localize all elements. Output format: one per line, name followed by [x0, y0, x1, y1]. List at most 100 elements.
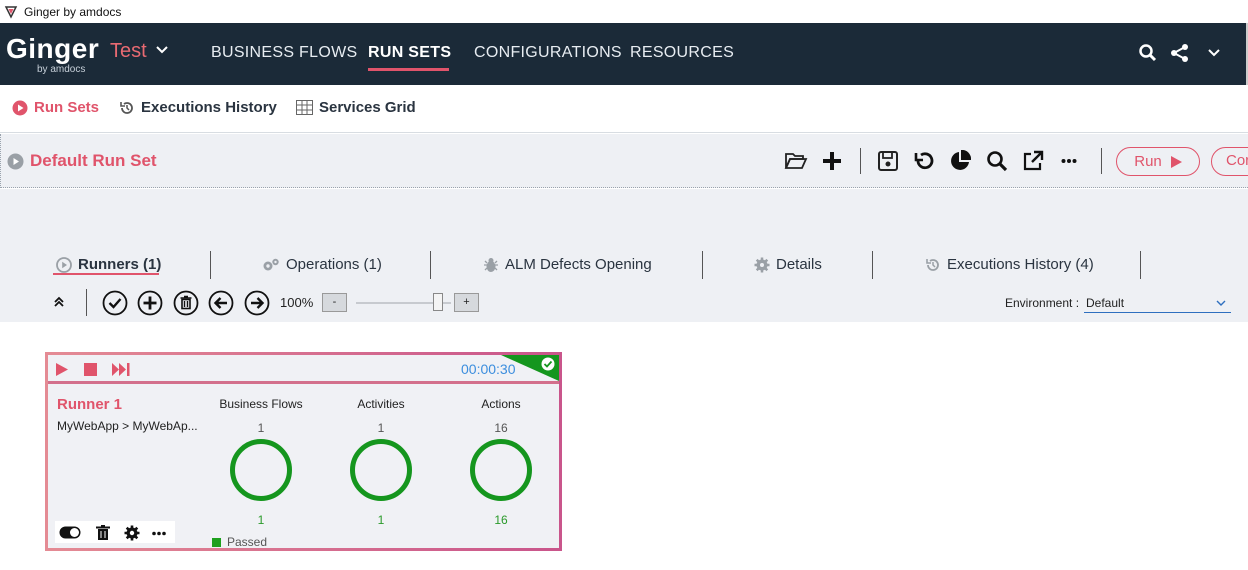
run-button[interactable]: Run	[1116, 147, 1200, 176]
stat-passed: 1	[257, 513, 265, 527]
zoom-in-button[interactable]: +	[454, 293, 479, 312]
delete-circle-icon[interactable]	[173, 290, 199, 316]
add-icon[interactable]	[821, 150, 843, 172]
tab-details[interactable]: Details	[754, 256, 822, 273]
tab-separator	[702, 251, 703, 279]
tab-label: Details	[776, 256, 822, 273]
more-icon[interactable]	[1061, 158, 1077, 164]
undo-icon[interactable]	[913, 150, 935, 172]
tab-label: Operations (1)	[286, 256, 382, 273]
tab-services-grid[interactable]: Services Grid	[296, 99, 416, 116]
tab-separator	[1140, 251, 1141, 279]
stop-icon[interactable]	[84, 363, 97, 376]
window-titlebar: Ginger by amdocs	[0, 0, 1248, 23]
fast-forward-icon[interactable]	[112, 363, 130, 376]
tab-label: Executions History	[141, 99, 277, 116]
tab-label: Run Sets	[34, 99, 100, 116]
runner-card[interactable]: 00:00:30 Runner 1 MyWebApp > MyWebAp... …	[45, 352, 562, 551]
check-circle-icon[interactable]	[102, 290, 128, 316]
runset-title: Default Run Set	[30, 151, 157, 170]
toggle-icon[interactable]	[59, 526, 81, 539]
zoom-slider-thumb[interactable]	[432, 293, 443, 311]
tab-label: Executions History (4)	[947, 256, 1094, 273]
stat-title: Activities	[357, 397, 405, 411]
run-button-label: Run	[1134, 153, 1162, 170]
business-flows-ring	[230, 439, 292, 501]
passed-check-icon	[501, 355, 559, 381]
runset-body: Runners (1) Operations (1) ALM Defects O…	[0, 189, 1248, 322]
tab-label: ALM Defects Opening	[505, 256, 652, 273]
external-link-icon[interactable]	[1022, 150, 1044, 172]
actions-ring	[470, 439, 532, 501]
tab-executions-history[interactable]: Executions History (4)	[925, 256, 1094, 273]
chevron-down-icon[interactable]	[1206, 46, 1222, 60]
nav-configurations[interactable]: CONFIGURATIONS	[474, 44, 622, 62]
legend-label: Passed	[227, 535, 268, 549]
nav-run-sets[interactable]: RUN SETS	[368, 44, 451, 62]
delete-icon[interactable]	[96, 525, 110, 540]
arrow-right-circle-icon[interactable]	[244, 290, 270, 316]
grid-icon	[296, 100, 313, 115]
tab-runners[interactable]: Runners (1)	[56, 256, 161, 273]
gear-icon[interactable]	[124, 525, 140, 541]
tab-label: Runners (1)	[78, 256, 162, 273]
tab-label: Services Grid	[319, 99, 416, 116]
gear-icon	[754, 257, 770, 272]
runset-header: Default Run Set Run Cor	[0, 134, 1248, 188]
window-title: Ginger by amdocs	[24, 4, 122, 19]
runner-flow-path: MyWebApp > MyWebAp...	[57, 419, 198, 433]
search-icon[interactable]	[1138, 43, 1158, 63]
save-icon[interactable]	[877, 150, 899, 172]
chevron-down-icon	[1216, 300, 1226, 306]
pie-chart-icon[interactable]	[949, 150, 971, 172]
bug-icon	[484, 257, 498, 272]
activities-ring	[350, 439, 412, 501]
runner-controls: 00:00:30	[48, 355, 559, 384]
nav-business-flows[interactable]: BUSINESS FLOWS	[211, 44, 357, 62]
history-icon	[120, 101, 133, 114]
more-icon[interactable]	[152, 531, 166, 536]
stat-passed: 1	[377, 513, 385, 527]
tab-separator	[210, 251, 211, 279]
stat-title: Actions	[481, 397, 521, 411]
stat-total: 16	[494, 421, 508, 435]
sub-tabs: Run Sets Executions History Services Gri…	[0, 85, 1248, 133]
play-circle-icon	[12, 100, 28, 115]
chevron-down-icon[interactable]	[155, 43, 169, 57]
tab-separator	[430, 251, 431, 279]
folder-open-icon[interactable]	[784, 150, 808, 172]
status-legend: Passed	[212, 535, 267, 549]
environment-value: Default	[1086, 296, 1125, 310]
add-circle-icon[interactable]	[137, 290, 163, 316]
tab-active-indicator	[53, 273, 159, 275]
environment-label: Environment :	[1005, 296, 1080, 310]
stat-total: 1	[377, 421, 385, 435]
collapse-up-icon[interactable]	[52, 295, 66, 309]
share-icon[interactable]	[1170, 43, 1190, 63]
tab-separator	[872, 251, 873, 279]
workspace-selector[interactable]: Test	[110, 40, 147, 63]
nav-resources[interactable]: RESOURCES	[630, 44, 734, 62]
zoom-out-button[interactable]: -	[322, 293, 347, 312]
gears-icon	[263, 258, 279, 270]
passed-swatch	[212, 537, 221, 547]
tab-alm-defects[interactable]: ALM Defects Opening	[483, 256, 652, 273]
tab-executions-history[interactable]: Executions History	[119, 99, 277, 116]
stat-title: Business Flows	[219, 397, 303, 411]
play-circle-icon	[56, 256, 72, 273]
brand-sub: by amdocs	[37, 64, 86, 75]
zoom-level: 100%	[280, 295, 314, 310]
play-icon[interactable]	[55, 363, 68, 376]
toolbar-separator	[1101, 148, 1102, 174]
continue-button[interactable]: Cor	[1211, 147, 1248, 176]
tab-operations[interactable]: Operations (1)	[262, 256, 382, 273]
stat-total: 1	[257, 421, 265, 435]
toolbar-separator	[860, 148, 861, 174]
environment-select[interactable]: Default	[1084, 295, 1231, 313]
tab-run-sets[interactable]: Run Sets	[12, 99, 99, 116]
search-icon[interactable]	[986, 150, 1008, 172]
ginger-logo-icon	[4, 5, 18, 19]
toolbar-separator	[86, 289, 87, 316]
arrow-left-circle-icon[interactable]	[208, 290, 234, 316]
runner-name[interactable]: Runner 1	[57, 396, 122, 413]
